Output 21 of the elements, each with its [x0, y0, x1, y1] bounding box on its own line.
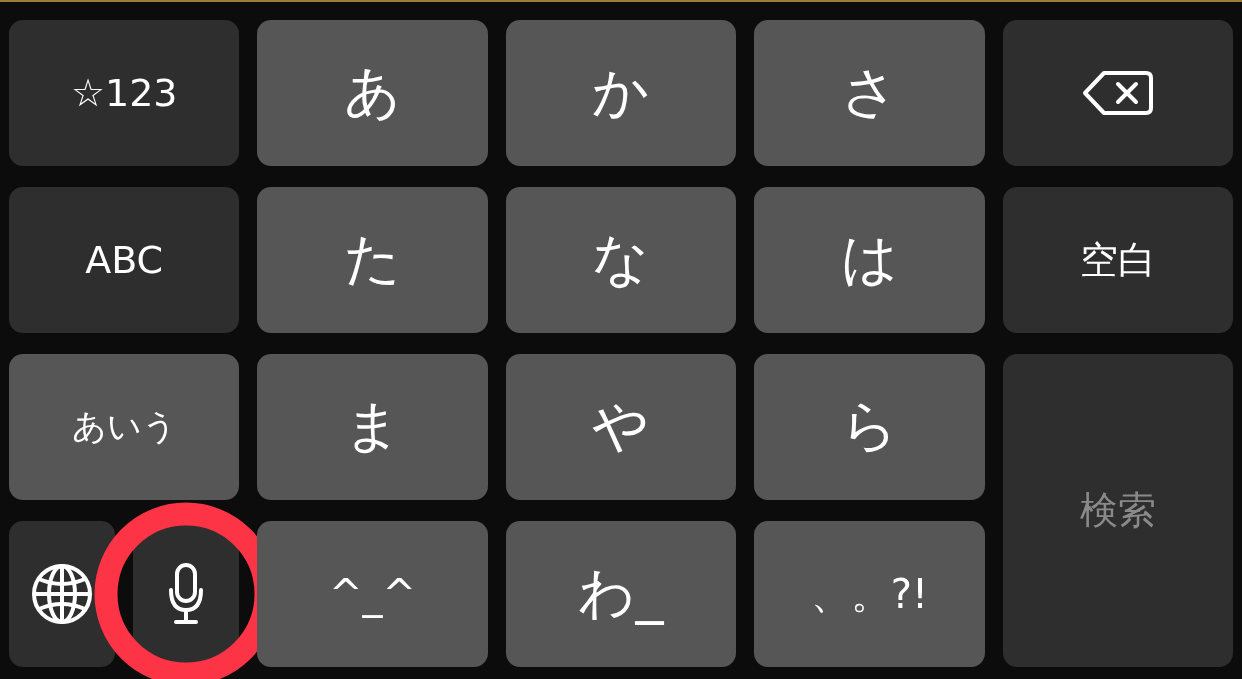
letter-key[interactable]: な — [505, 187, 737, 333]
letter-key[interactable]: は — [754, 187, 985, 333]
backspace-icon — [1081, 70, 1154, 116]
function-key[interactable]: 空白 — [1002, 187, 1233, 333]
function-key[interactable]: ABC — [9, 187, 240, 333]
letter-key[interactable]: ま — [257, 354, 488, 500]
microphone-icon — [168, 562, 205, 626]
letter-key[interactable]: わ_ — [505, 521, 737, 667]
globe-icon — [31, 563, 94, 625]
letter-key[interactable]: さ — [754, 20, 985, 166]
letter-key[interactable]: あいう — [9, 354, 240, 500]
globe-key[interactable] — [9, 521, 116, 667]
letter-key[interactable]: ら — [754, 354, 985, 500]
letter-key[interactable]: ^_^ — [257, 521, 488, 667]
backspace-key[interactable] — [1002, 20, 1233, 166]
letter-key[interactable]: 、。?! — [754, 521, 985, 667]
letter-key[interactable]: あ — [257, 20, 488, 166]
letter-key[interactable]: や — [505, 354, 737, 500]
letter-key[interactable]: た — [257, 187, 488, 333]
letter-key[interactable]: か — [505, 20, 737, 166]
function-key[interactable]: ☆123 — [9, 20, 240, 166]
